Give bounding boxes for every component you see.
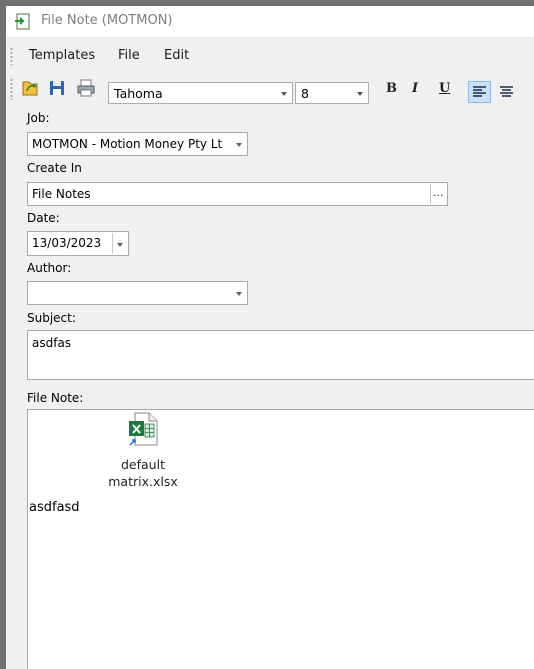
title-bar: File Note (MOTMON) — [6, 6, 534, 38]
file-note-text: asdfasd — [29, 500, 80, 515]
menu-bar: Templates File Edit — [6, 39, 534, 71]
subject-textarea[interactable]: asdfas — [27, 330, 534, 380]
save-icon[interactable] — [46, 77, 68, 99]
italic-button[interactable]: I — [412, 81, 418, 96]
chevron-down-icon[interactable] — [117, 243, 123, 247]
chevron-down-icon — [281, 92, 287, 96]
bold-button[interactable]: B — [386, 81, 397, 96]
file-note-app-icon — [14, 13, 32, 30]
job-value: MOTMON - Motion Money Pty Lt — [32, 137, 222, 151]
font-size-combo[interactable]: 8 — [295, 82, 369, 104]
date-separator — [112, 233, 113, 254]
excel-file-icon — [125, 411, 161, 447]
author-label: Author: — [27, 261, 72, 275]
file-note-label: File Note: — [27, 391, 84, 405]
browse-button[interactable]: ... — [433, 186, 444, 199]
attachment-name-line2: matrix.xlsx — [108, 474, 178, 489]
window-title: File Note (MOTMON) — [41, 13, 173, 28]
chevron-down-icon — [236, 143, 242, 147]
date-label: Date: — [27, 211, 60, 225]
attachment-default-matrix[interactable]: default matrix.xlsx — [103, 411, 183, 490]
date-picker[interactable]: 13/03/2023 — [27, 231, 129, 256]
create-in-label: Create In — [27, 161, 82, 175]
font-name-value: Tahoma — [114, 86, 163, 101]
underline-button[interactable]: U — [439, 81, 450, 96]
font-size-value: 8 — [301, 86, 309, 101]
toolbar-grip — [10, 78, 13, 100]
author-dropdown[interactable] — [27, 281, 248, 305]
menu-grip — [10, 47, 13, 65]
job-dropdown[interactable]: MOTMON - Motion Money Pty Lt — [27, 132, 248, 156]
font-name-combo[interactable]: Tahoma — [108, 82, 293, 104]
job-label: Job: — [27, 111, 50, 125]
formatting-toolbar: Tahoma 8 B I U — [6, 72, 534, 105]
file-note-window: File Note (MOTMON) Templates File Edit T… — [6, 6, 534, 669]
attachment-name-line1: default — [121, 457, 165, 472]
browse-separator — [430, 184, 431, 204]
align-center-button[interactable] — [495, 81, 517, 103]
chevron-down-icon — [357, 92, 363, 96]
menu-templates[interactable]: Templates — [29, 48, 95, 63]
attachment-name: default matrix.xlsx — [103, 456, 183, 490]
subject-value: asdfas — [32, 336, 72, 350]
create-in-value: File Notes — [32, 187, 91, 201]
subject-label: Subject: — [27, 311, 76, 325]
print-icon[interactable] — [75, 77, 97, 99]
menu-edit[interactable]: Edit — [164, 48, 189, 63]
open-template-icon[interactable] — [19, 77, 41, 99]
menu-file[interactable]: File — [118, 48, 140, 63]
date-value: 13/03/2023 — [32, 236, 102, 250]
create-in-field[interactable]: File Notes ... — [27, 182, 448, 206]
align-left-button[interactable] — [468, 81, 491, 103]
chevron-down-icon — [236, 292, 242, 296]
